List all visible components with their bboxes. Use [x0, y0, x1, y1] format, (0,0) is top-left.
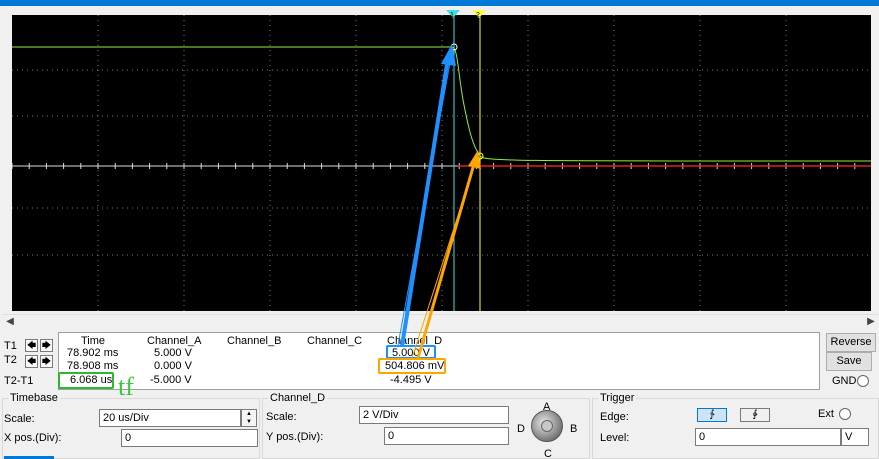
timebase-xpos-input[interactable]: 0 — [121, 429, 258, 447]
timebase-xpos-label: X pos.(Div): — [4, 432, 62, 444]
t1-time: 78.902 ms — [67, 347, 119, 359]
t2-left-arrow-icon[interactable]: 🡄 — [25, 355, 38, 368]
oscilloscope-screen[interactable] — [12, 15, 871, 311]
timebase-scale-input[interactable]: 20 us/Div — [99, 409, 241, 427]
channel-d-scale-label: Scale: — [266, 411, 297, 423]
oscilloscope-screen-frame — [2, 6, 879, 314]
header-channel-a: Channel_A — [147, 335, 202, 347]
channel-d-ypos-input[interactable]: 0 — [384, 427, 509, 445]
trigger-ext-label: Ext — [818, 408, 834, 420]
knob-label-d: D — [517, 423, 525, 435]
delta-time-highlight — [58, 372, 114, 389]
t2-channel-a: 0.000 V — [154, 360, 192, 372]
header-channel-b: Channel_B — [227, 335, 282, 347]
reverse-button[interactable]: Reverse — [826, 333, 876, 352]
channel-selector-knob-icon[interactable] — [531, 410, 563, 442]
timebase-title: Timebase — [8, 392, 60, 404]
trigger-level-unit[interactable]: V — [841, 428, 869, 446]
horizontal-scrollbar[interactable]: ◀ ▶ — [2, 314, 879, 328]
channel-d-title: Channel_D — [268, 392, 328, 404]
trigger-level-label: Level: — [600, 432, 630, 444]
scroll-left-icon[interactable]: ◀ — [2, 315, 18, 329]
knob-label-b: B — [570, 423, 578, 435]
timebase-scale-label: Scale: — [4, 413, 35, 425]
save-button[interactable]: Save — [826, 352, 872, 371]
gnd-icon[interactable] — [857, 375, 869, 387]
tf-annotation: tf — [118, 372, 134, 401]
trigger-edge-label: Edge: — [600, 411, 629, 423]
t1-left-arrow-icon[interactable]: 🡄 — [25, 339, 38, 352]
timebase-scale-spinner-icon[interactable]: ▲ ▼ — [241, 409, 257, 427]
t1-channel-d-highlight — [386, 345, 436, 359]
scrollbar-thumb[interactable] — [20, 317, 860, 327]
row-label-t2-t1: T2-T1 — [4, 375, 34, 387]
channel-d-ypos-label: Y pos.(Div): — [266, 431, 324, 443]
edge-falling-button[interactable]: ∲ — [740, 408, 770, 422]
delta-channel-d: -4.495 V — [390, 374, 432, 386]
gnd-label: GND — [832, 375, 857, 387]
knob-label-c: C — [544, 448, 552, 459]
t1-right-arrow-icon[interactable]: 🡆 — [40, 339, 53, 352]
scroll-right-icon[interactable]: ▶ — [863, 315, 879, 329]
t2-right-arrow-icon[interactable]: 🡆 — [40, 355, 53, 368]
ext-icon[interactable] — [839, 408, 851, 420]
delta-channel-a: -5.000 V — [150, 374, 192, 386]
waveform-display — [12, 15, 871, 311]
trigger-title: Trigger — [598, 392, 637, 404]
t2-time: 78.908 ms — [67, 360, 119, 372]
green-trace — [12, 46, 871, 162]
row-label-t2: T2 — [4, 354, 17, 366]
trigger-level-input[interactable]: 0 — [695, 428, 841, 446]
t2-channel-d-highlight — [378, 358, 446, 374]
t1-channel-a: 5.000 V — [154, 347, 192, 359]
header-time: Time — [81, 335, 106, 347]
channel-d-scale-input[interactable]: 2 V/Div — [359, 406, 509, 424]
row-label-t1: T1 — [4, 340, 17, 352]
edge-rising-button[interactable]: ∱ — [697, 408, 727, 422]
header-channel-c: Channel_C — [307, 335, 363, 347]
